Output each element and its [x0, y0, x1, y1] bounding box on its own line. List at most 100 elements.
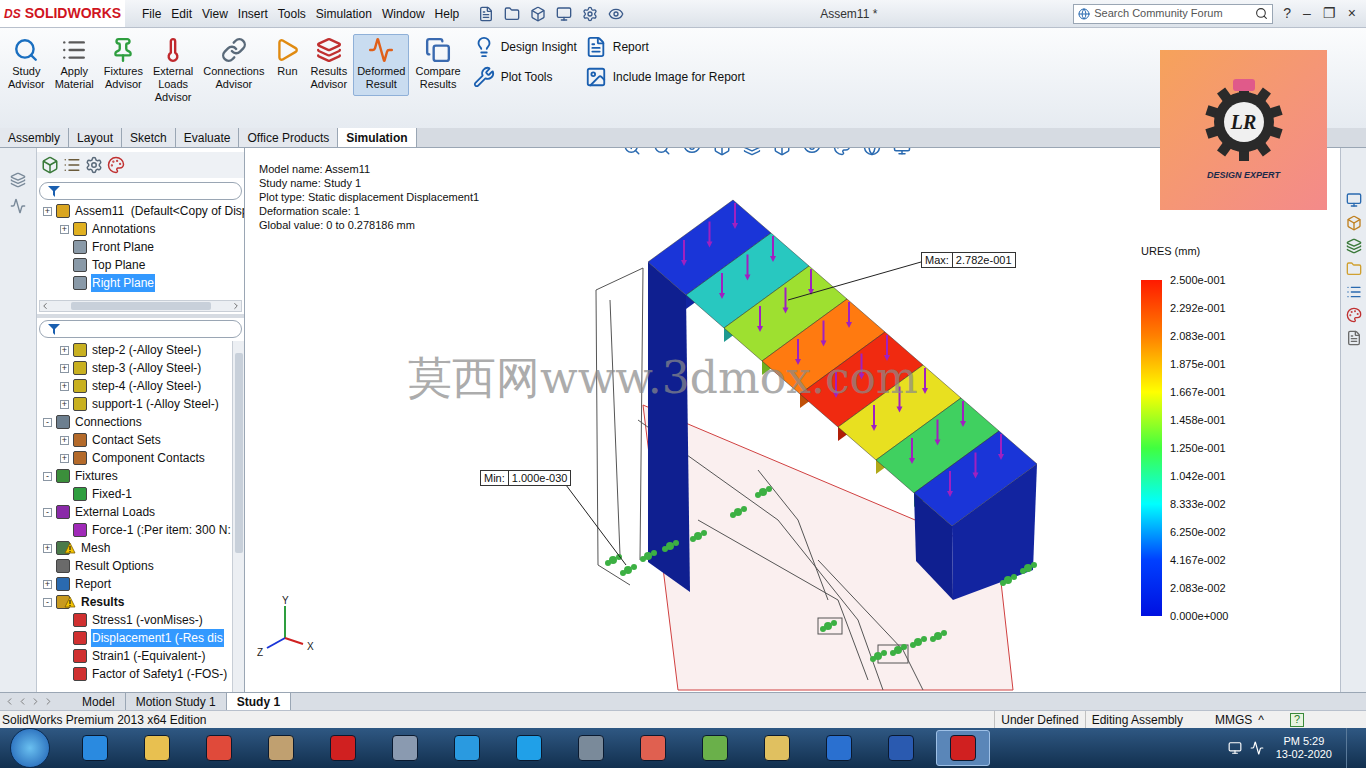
command-tab[interactable]: Office Products — [239, 128, 338, 147]
command-tab[interactable]: Evaluate — [176, 128, 240, 147]
volume-icon[interactable] — [1250, 741, 1264, 755]
scene-icon[interactable] — [863, 148, 881, 156]
zoom-fit-icon[interactable] — [623, 148, 641, 156]
tree-filter[interactable] — [39, 182, 242, 200]
save-icon[interactable] — [530, 6, 546, 22]
expander-icon[interactable]: + — [60, 436, 69, 445]
menu-item[interactable]: Help — [430, 5, 465, 23]
config-icon[interactable] — [85, 156, 103, 174]
tree-item[interactable]: Strain1 (-Equivalent-) — [37, 647, 232, 665]
tree-item[interactable]: Result Options — [37, 557, 232, 575]
taskbar-app[interactable] — [192, 730, 246, 766]
ribbon-button[interactable]: ExternalLoadsAdvisor — [149, 34, 197, 107]
orientation-icon[interactable] — [743, 148, 761, 156]
panel-icon[interactable] — [10, 172, 26, 188]
expander-icon[interactable]: + — [43, 580, 52, 589]
panel-icon[interactable] — [10, 198, 26, 214]
window-control[interactable]: ❐ — [1321, 3, 1338, 24]
expander-icon[interactable]: - — [43, 598, 52, 607]
home-icon[interactable] — [1346, 215, 1362, 231]
tree-item[interactable]: Right Plane — [37, 274, 244, 292]
start-button[interactable] — [10, 728, 50, 768]
command-tab[interactable]: Simulation — [338, 128, 416, 147]
tree-item[interactable]: Top Plane — [37, 256, 244, 274]
ribbon-button[interactable]: CompareResults — [411, 34, 464, 96]
tree-item[interactable]: Front Plane — [37, 238, 244, 256]
tree-item[interactable]: +Mesh — [37, 539, 232, 557]
ribbon-button[interactable]: ApplyMaterial — [51, 34, 98, 96]
view-icon[interactable] — [683, 148, 701, 156]
study-tab[interactable]: Motion Study 1 — [126, 693, 227, 710]
tree-item[interactable]: +step-3 (-Alloy Steel-) — [37, 359, 232, 377]
network-icon[interactable] — [1228, 741, 1242, 755]
taskbar-app[interactable] — [874, 730, 928, 766]
command-tab[interactable]: Sketch — [122, 128, 176, 147]
tree-item[interactable]: -External Loads — [37, 503, 232, 521]
menu-item[interactable]: Edit — [166, 5, 197, 23]
taskbar-app[interactable] — [750, 730, 804, 766]
clock[interactable]: PM 5:2913-02-2020 — [1276, 735, 1332, 761]
tree-item[interactable]: Fixed-1 — [37, 485, 232, 503]
menu-item[interactable]: File — [137, 5, 166, 23]
menu-item[interactable]: Window — [377, 5, 430, 23]
taskbar-app[interactable] — [626, 730, 680, 766]
app-logo[interactable]: DSSOLIDWORKS — [0, 0, 125, 27]
tree-item[interactable]: +Annotations — [37, 220, 244, 238]
display-icon[interactable] — [107, 156, 125, 174]
options-icon[interactable] — [582, 6, 598, 22]
tree-item[interactable]: +Component Contacts — [37, 449, 232, 467]
expander-icon[interactable]: + — [43, 544, 52, 553]
expander-icon[interactable]: - — [43, 418, 52, 427]
tree-item[interactable]: +Contact Sets — [37, 431, 232, 449]
appearances-icon[interactable] — [1346, 307, 1362, 323]
menu-item[interactable]: Simulation — [311, 5, 377, 23]
tree-item[interactable]: Stress1 (-vonMises-) — [37, 611, 232, 629]
tree-item[interactable]: +Assem11 (Default<Copy of Display — [37, 202, 244, 220]
expander-icon[interactable]: + — [60, 346, 69, 355]
library-icon[interactable] — [1346, 238, 1362, 254]
taskbar-app[interactable] — [936, 730, 990, 766]
command-tab[interactable]: Layout — [69, 128, 122, 147]
ribbon-button[interactable]: StudyAdvisor — [4, 34, 49, 96]
ribbon-small-button[interactable]: Report — [585, 36, 745, 58]
property-icon[interactable] — [63, 156, 81, 174]
graphics-area[interactable]: Model name: Assem11Study name: Study 1Pl… — [245, 148, 1340, 692]
feature-tree-icon[interactable] — [41, 156, 59, 174]
taskbar-app[interactable] — [130, 730, 184, 766]
taskbar-app[interactable] — [502, 730, 556, 766]
new-icon[interactable] — [478, 6, 494, 22]
taskbar-app[interactable] — [564, 730, 618, 766]
search-icon[interactable] — [1255, 7, 1268, 20]
h-scrollbar[interactable] — [39, 300, 242, 312]
taskbar-app[interactable] — [812, 730, 866, 766]
tree-item[interactable]: -Results — [37, 593, 232, 611]
window-control[interactable]: ? — [1281, 3, 1293, 24]
resources-icon[interactable] — [1346, 192, 1362, 208]
ribbon-small-button[interactable]: Plot Tools — [473, 66, 577, 88]
tree-item[interactable]: -Fixtures — [37, 467, 232, 485]
window-control[interactable]: – — [1301, 3, 1313, 24]
units-button[interactable]: MMGS^ — [1209, 711, 1270, 729]
expander-icon[interactable]: + — [43, 207, 52, 216]
ribbon-small-button[interactable]: Design Insight — [473, 36, 577, 58]
taskbar-app[interactable] — [688, 730, 742, 766]
view-settings-icon[interactable] — [893, 148, 911, 156]
command-tab[interactable]: Assembly — [0, 128, 69, 147]
tree-filter[interactable] — [39, 320, 242, 338]
help-button[interactable]: ? — [1290, 713, 1304, 727]
ribbon-button[interactable]: Run — [270, 34, 304, 96]
ribbon-small-button[interactable]: Include Image for Report — [585, 66, 745, 88]
study-tab[interactable]: Model — [72, 693, 126, 710]
expander-icon[interactable]: + — [60, 225, 69, 234]
tree-item[interactable]: +step-4 (-Alloy Steel-) — [37, 377, 232, 395]
tree-item[interactable]: Displacement1 (-Res dis — [37, 629, 232, 647]
tree-item[interactable]: Force-1 (:Per item: 300 N: — [37, 521, 232, 539]
open-icon[interactable] — [504, 6, 520, 22]
expander-icon[interactable]: - — [43, 472, 52, 481]
ribbon-button[interactable]: ResultsAdvisor — [306, 34, 351, 96]
expander-icon[interactable]: + — [60, 364, 69, 373]
tree-item[interactable]: Factor of Safety1 (-FOS-) — [37, 665, 232, 683]
taskbar-app[interactable] — [68, 730, 122, 766]
v-scrollbar[interactable] — [232, 341, 244, 692]
taskbar-app[interactable] — [440, 730, 494, 766]
